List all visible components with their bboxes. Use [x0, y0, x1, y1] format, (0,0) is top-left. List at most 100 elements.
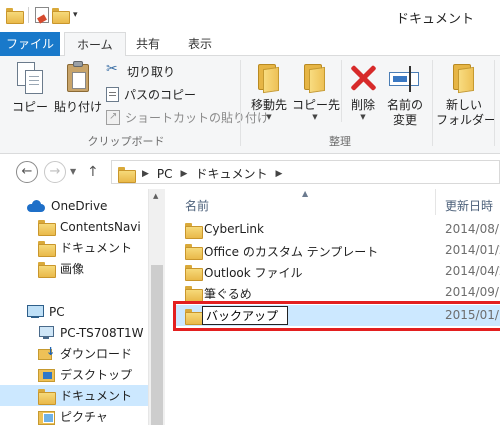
folder-icon — [38, 219, 56, 236]
nav-item-onedrive-documents[interactable]: ドキュメント — [0, 237, 148, 258]
rename-icon — [389, 60, 421, 94]
cloud-icon — [27, 199, 45, 212]
scrollbar-thumb[interactable] — [151, 265, 163, 425]
nav-item-label: ダウンロード — [60, 347, 133, 361]
nav-item-onedrive[interactable]: OneDrive — [0, 195, 148, 216]
nav-item-images[interactable]: 画像 — [0, 258, 148, 279]
ribbon: コピー 貼り付け 切り取り パスのコピー ショートカットの貼り付け クリップボー… — [0, 56, 500, 154]
computer-icon — [27, 304, 44, 319]
address-bar[interactable]: ▶ PC ▶ ドキュメント ▶ — [111, 160, 500, 184]
group-divider — [240, 60, 241, 146]
folder-icon — [185, 223, 203, 239]
rename-label-line1: 名前の — [386, 98, 423, 112]
pictures-folder-icon — [38, 410, 55, 425]
column-header-date[interactable]: 更新日時 — [445, 193, 500, 219]
scroll-up-arrow-icon[interactable]: ▲ — [153, 192, 158, 200]
nav-item-pc[interactable]: PC — [0, 301, 148, 322]
copy-path-button[interactable]: パスのコピー — [106, 85, 196, 103]
delete-button[interactable]: 削除 ▼ — [345, 60, 381, 121]
nav-item-pictures[interactable]: ピクチャ — [0, 406, 148, 425]
file-row[interactable]: CyberLink 2014/08/1 — [173, 219, 500, 240]
properties-icon[interactable] — [35, 7, 49, 23]
folder-icon — [6, 8, 24, 24]
file-row-renaming[interactable]: 2015/01/ — [173, 305, 500, 326]
copy-button[interactable]: コピー — [12, 60, 48, 115]
file-list: ▲ 名前 更新日時 CyberLink 2014/08/1 Office のカス… — [173, 189, 500, 425]
folder-icon — [185, 265, 203, 281]
breadcrumb-chevron-icon[interactable]: ▶ — [181, 169, 188, 179]
file-name: Outlook ファイル — [204, 266, 303, 280]
back-button[interactable]: ← — [16, 161, 38, 183]
tab-share[interactable]: 共有 — [124, 32, 172, 56]
breadcrumb-documents[interactable]: ドキュメント — [195, 165, 267, 182]
cut-label: 切り取り — [127, 64, 176, 79]
breadcrumb-pc[interactable]: PC — [157, 167, 173, 181]
nav-item-label: ピクチャ — [60, 410, 108, 424]
nav-item-documents[interactable]: ドキュメント — [0, 385, 148, 406]
rename-label-line2: 変更 — [392, 113, 417, 127]
nav-item-label: ドキュメント — [60, 241, 133, 255]
paste-shortcut-icon — [106, 109, 120, 125]
nav-scrollbar[interactable]: ▲ — [148, 189, 165, 425]
nav-item-pc-ts708t1w[interactable]: PC-TS708T1W — [0, 322, 148, 343]
group-divider — [494, 60, 495, 146]
nav-item-contentsnavi[interactable]: ContentsNavi — [0, 216, 148, 237]
column-divider[interactable] — [435, 189, 436, 215]
nav-item-label: PC-TS708T1W — [60, 325, 144, 340]
delete-label: 削除 — [350, 98, 375, 112]
file-row[interactable]: Office のカスタム テンプレート 2014/01/2 — [173, 240, 500, 261]
breadcrumb-chevron-icon[interactable]: ▶ — [142, 169, 149, 179]
new-folder-button[interactable]: 新しい フォルダー — [436, 60, 497, 128]
customize-toolbar-chevron-icon[interactable]: ▾ — [73, 10, 78, 20]
ribbon-tabs: ファイル ホーム 共有 表示 — [0, 32, 500, 57]
quick-access-toolbar: ▾ — [6, 7, 78, 24]
rename-button[interactable]: 名前の 変更 — [384, 60, 426, 128]
paste-shortcut-button[interactable]: ショートカットの貼り付け — [106, 108, 269, 126]
copy-to-button[interactable]: コピー先 ▼ — [292, 60, 341, 121]
file-name: CyberLink — [204, 222, 264, 236]
nav-item-downloads[interactable]: ↓ ダウンロード — [0, 343, 148, 364]
dropdown-chevron-icon: ▼ — [312, 113, 318, 121]
file-name: Office のカスタム テンプレート — [204, 245, 379, 259]
tab-home[interactable]: ホーム — [64, 32, 126, 57]
up-arrow-icon[interactable]: ↑ — [87, 164, 99, 180]
move-to-label: 移動先 — [250, 98, 287, 112]
nav-item-label: ドキュメント — [60, 389, 133, 403]
breadcrumb-chevron-icon[interactable]: ▶ — [275, 169, 282, 179]
dropdown-chevron-icon: ▼ — [266, 113, 272, 121]
copy-to-label: コピー先 — [292, 98, 341, 112]
move-to-button[interactable]: 移動先 ▼ — [247, 60, 291, 121]
folder-icon — [185, 244, 203, 260]
recent-locations-chevron-icon[interactable]: ▼ — [70, 167, 76, 176]
delete-x-icon — [348, 60, 378, 94]
scissors-icon — [106, 61, 122, 79]
forward-button[interactable]: → — [44, 161, 66, 183]
navigation-bar: ← → ▼ ↑ ▶ PC ▶ ドキュメント ▶ — [0, 155, 500, 189]
dropdown-chevron-icon: ▼ — [360, 113, 366, 121]
nav-item-label: ContentsNavi — [60, 219, 141, 234]
new-folder-label-line1: 新しい — [445, 98, 482, 112]
cut-button[interactable]: 切り取り — [106, 61, 176, 80]
file-row[interactable]: 筆ぐるめ 2014/09/1 — [173, 282, 500, 303]
copy-to-folder-icon — [300, 60, 330, 94]
new-folder-label-line2: フォルダー — [436, 113, 497, 127]
file-row[interactable]: Outlook ファイル 2014/04/2 — [173, 261, 500, 282]
move-to-folder-icon — [254, 60, 284, 94]
rename-input[interactable] — [202, 306, 288, 325]
copy-path-icon — [106, 86, 119, 102]
tab-view[interactable]: 表示 — [176, 32, 224, 56]
column-header-name[interactable]: 名前 — [185, 193, 425, 219]
window-title: ドキュメント — [395, 12, 474, 27]
folder-icon — [185, 309, 203, 325]
network-computer-icon — [38, 325, 54, 340]
new-folder-icon[interactable] — [52, 8, 70, 24]
nav-item-desktop[interactable]: デスクトップ — [0, 364, 148, 385]
copy-label: コピー — [12, 100, 49, 114]
folder-icon — [185, 286, 203, 302]
organize-group-label: 整理 — [329, 135, 351, 148]
tab-file[interactable]: ファイル — [0, 32, 60, 56]
navigation-pane: OneDrive ContentsNavi ドキュメント 画像 PC PC-TS… — [0, 189, 165, 425]
paste-icon — [63, 60, 93, 96]
nav-item-label: PC — [49, 304, 65, 319]
paste-button[interactable]: 貼り付け — [54, 60, 102, 115]
